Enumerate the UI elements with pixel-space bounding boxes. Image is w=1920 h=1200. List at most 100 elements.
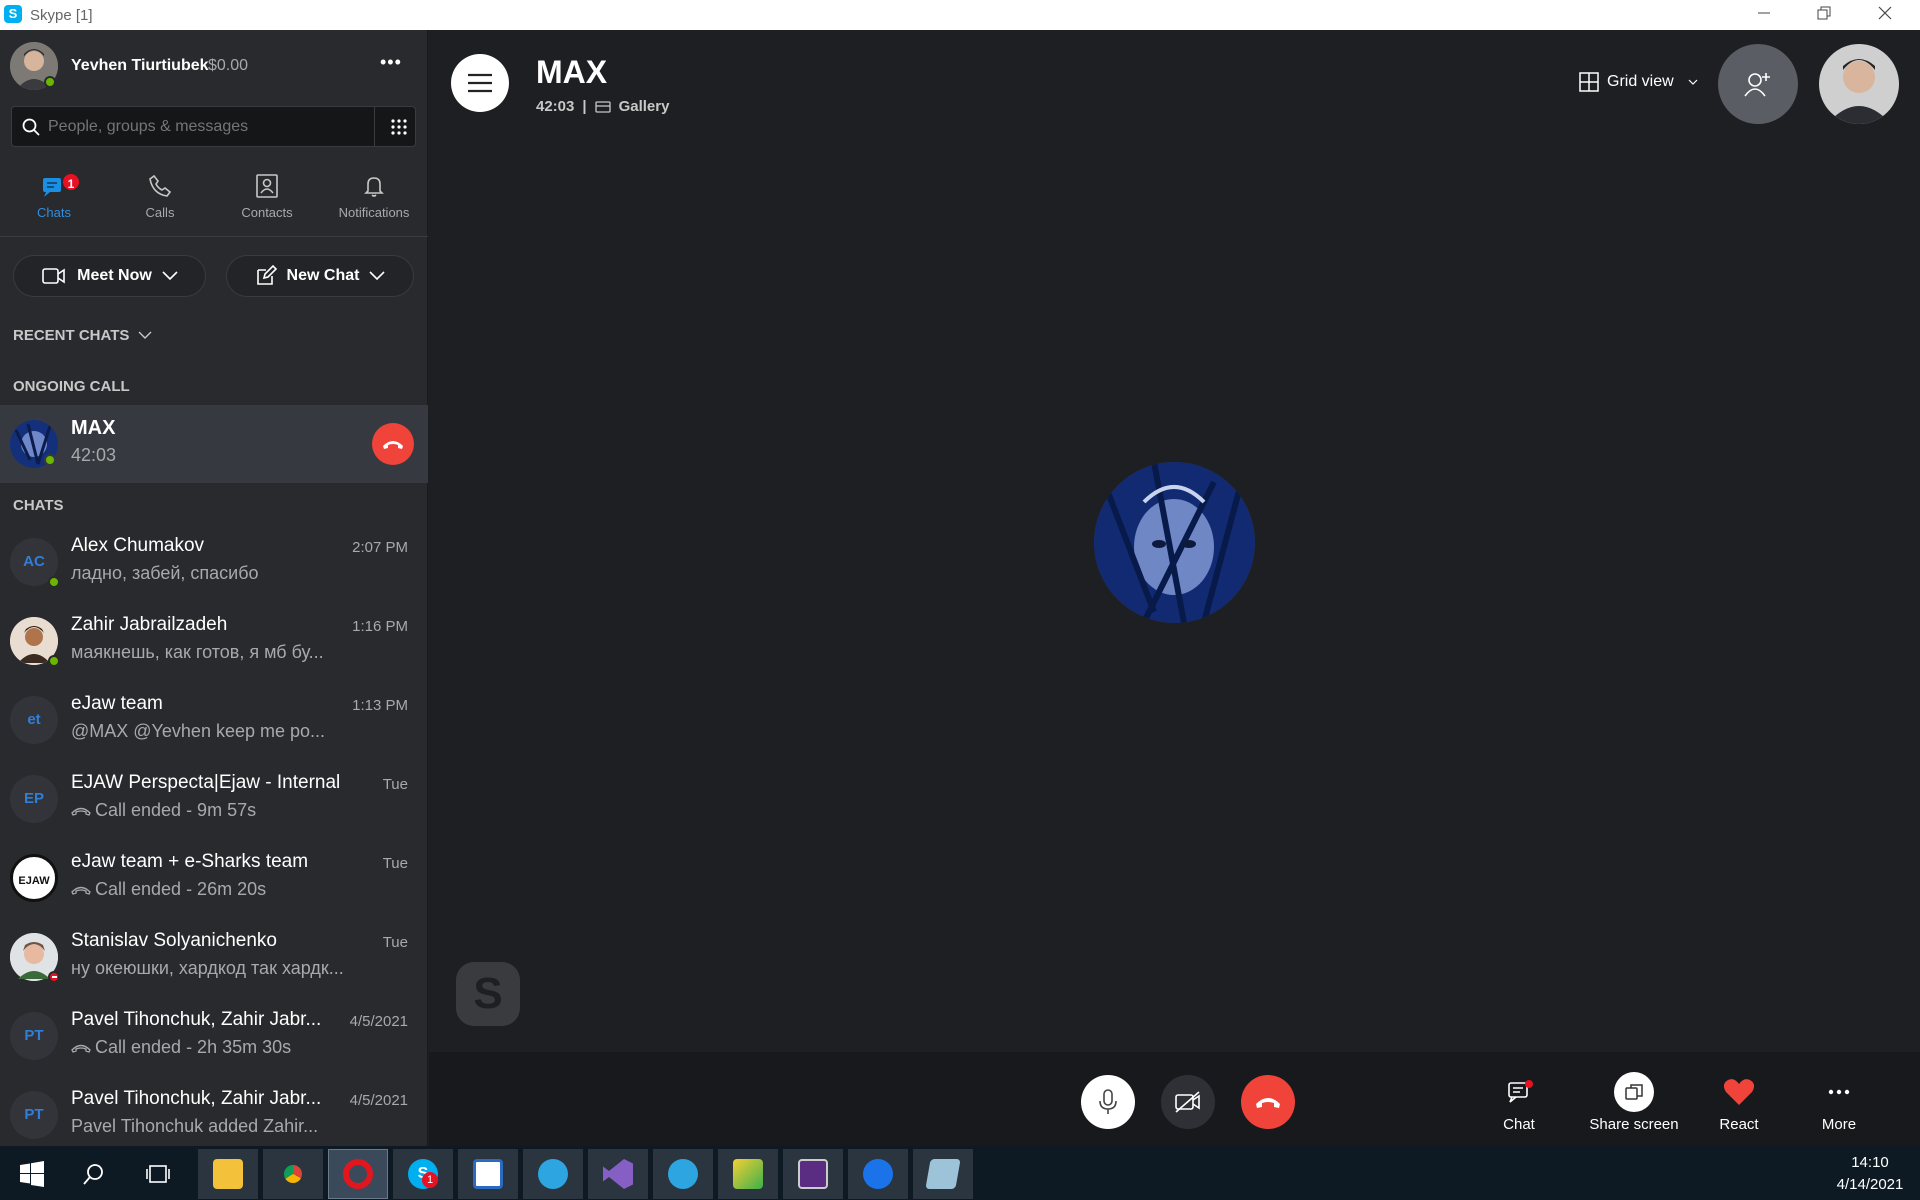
chat-time: 4/5/2021 xyxy=(349,1013,408,1030)
chat-avatar: EP xyxy=(10,775,58,823)
chrome-icon xyxy=(278,1159,308,1189)
chat-last-message: маякнешь, как готов, я мб бу... xyxy=(71,642,324,662)
bell-icon xyxy=(364,177,384,197)
share-screen-icon xyxy=(1625,1084,1643,1100)
chat-avatar xyxy=(10,933,60,983)
visual-studio-app[interactable] xyxy=(588,1149,648,1199)
grid-view-label: Grid view xyxy=(1607,73,1674,90)
self-photo xyxy=(1819,44,1899,124)
contacts-icon xyxy=(256,174,278,198)
add-participant-button[interactable] xyxy=(1718,44,1798,124)
grid-icon xyxy=(1579,72,1599,92)
chat-toggle-button[interactable]: Chat xyxy=(1479,1072,1559,1133)
share-screen-button[interactable]: Share screen xyxy=(1579,1072,1689,1133)
minimize-button[interactable] xyxy=(1741,0,1787,30)
restore-icon xyxy=(1817,6,1831,20)
chat-row-stanislav[interactable]: Stanislav Solyanichenko Tue ну океюшки, … xyxy=(0,918,428,996)
subtitle-separator: | xyxy=(582,98,587,115)
start-button[interactable] xyxy=(2,1149,62,1199)
maps-app[interactable] xyxy=(848,1149,908,1199)
tab-chats[interactable]: Chats xyxy=(0,173,108,253)
tab-contacts[interactable]: Contacts xyxy=(213,173,321,253)
search-box[interactable] xyxy=(11,106,416,147)
chat-name: Pavel Tihonchuk, Zahir Jabr... xyxy=(71,1009,322,1030)
chat-last-message: Call ended - 9m 57s xyxy=(71,800,256,821)
meet-now-button[interactable]: Meet Now xyxy=(13,255,206,297)
chrome-app[interactable] xyxy=(263,1149,323,1199)
opera-icon xyxy=(343,1159,373,1189)
chat-name: Stanislav Solyanichenko xyxy=(71,930,277,951)
file-explorer-app[interactable] xyxy=(198,1149,258,1199)
user-online-status xyxy=(44,76,56,88)
microphone-icon xyxy=(1099,1089,1117,1114)
restore-button[interactable] xyxy=(1801,0,1847,30)
chat-time: 1:13 PM xyxy=(352,697,408,714)
minimize-icon xyxy=(1758,12,1770,14)
recent-chats-label: RECENT CHATS xyxy=(13,327,130,344)
ongoing-call-name: MAX xyxy=(71,417,116,439)
chat-row-pavel-group-2[interactable]: PT Pavel Tihonchuk, Zahir Jabr... 4/5/20… xyxy=(0,1076,428,1154)
chat-avatar: et xyxy=(10,696,58,744)
more-label: More xyxy=(1821,1116,1857,1133)
tab-notifications[interactable]: Notifications xyxy=(320,173,428,253)
chat-row-zahir-jabrailzadeh[interactable]: Zahir Jabrailzadeh 1:16 PM маякнешь, как… xyxy=(0,602,428,680)
tab-chats-label: Chats xyxy=(37,205,71,220)
hang-up-button[interactable] xyxy=(1241,1075,1295,1129)
call-duration: 42:03 xyxy=(536,98,575,115)
search-input[interactable] xyxy=(48,115,368,139)
chevron-down-icon xyxy=(162,271,178,281)
end-call-button[interactable] xyxy=(372,423,414,465)
grid-view-dropdown[interactable]: Grid view xyxy=(1579,72,1698,92)
self-video-avatar[interactable] xyxy=(1819,44,1899,124)
shuffle-icon xyxy=(733,1159,763,1189)
menu-icon xyxy=(468,73,492,93)
chat-name: eJaw team xyxy=(71,693,163,714)
share-icon-wrap xyxy=(1579,1072,1689,1112)
ongoing-call-row[interactable]: MAX 42:03 xyxy=(0,405,428,483)
taskbar-search-button[interactable] xyxy=(64,1149,124,1199)
chats-unread-badge: 1 xyxy=(61,172,81,192)
more-options-button[interactable]: ••• xyxy=(380,52,402,73)
online-status xyxy=(48,576,60,588)
user-name[interactable]: Yevhen Tiurtiubek xyxy=(71,57,209,75)
telegram-app[interactable] xyxy=(523,1149,583,1199)
hamburger-menu-button[interactable] xyxy=(451,54,509,112)
chat-row-pavel-group-1[interactable]: PT Pavel Tihonchuk, Zahir Jabr... 4/5/20… xyxy=(0,997,428,1075)
app-checklist[interactable] xyxy=(458,1149,518,1199)
user-balance[interactable]: $0.00 xyxy=(208,57,248,75)
taskbar-clock[interactable]: 14:10 4/14/2021 xyxy=(1830,1152,1910,1196)
chat-time: Tue xyxy=(382,934,408,951)
add-person-icon xyxy=(1744,73,1770,97)
notes-app[interactable] xyxy=(913,1149,973,1199)
chat-time: 1:16 PM xyxy=(352,618,408,635)
tab-contacts-label: Contacts xyxy=(241,205,293,220)
recent-chats-header[interactable]: RECENT CHATS xyxy=(13,327,152,344)
dialpad-icon[interactable] xyxy=(390,118,408,136)
more-button[interactable]: More xyxy=(1799,1072,1879,1133)
app-shuffle[interactable] xyxy=(718,1149,778,1199)
close-button[interactable] xyxy=(1862,0,1908,30)
task-view-button[interactable] xyxy=(128,1149,188,1199)
heart-icon xyxy=(1723,1079,1755,1105)
terminal-app[interactable] xyxy=(783,1149,843,1199)
telegram-app-2[interactable] xyxy=(653,1149,713,1199)
chat-avatar: AC xyxy=(10,538,60,588)
chat-row-ejaw-perspecta[interactable]: EP EJAW Perspecta|Ejaw - Internal Tue Ca… xyxy=(0,760,428,838)
opera-app[interactable] xyxy=(328,1149,388,1199)
visual-studio-icon xyxy=(603,1159,633,1189)
chat-row-ejaw-team[interactable]: et eJaw team 1:13 PM @MAX @Yevhen keep m… xyxy=(0,681,428,759)
chat-row-alex-chumakov[interactable]: AC Alex Chumakov 2:07 PM ладно, забей, с… xyxy=(0,523,428,601)
react-button[interactable]: React xyxy=(1699,1072,1779,1133)
tab-calls[interactable]: Calls xyxy=(106,173,214,253)
chat-name: eJaw team + e-Sharks team xyxy=(71,851,309,872)
chevron-down-icon xyxy=(138,331,152,339)
gallery-link[interactable]: Gallery xyxy=(619,98,670,115)
chats-header: CHATS xyxy=(13,497,64,514)
chat-avatar: EJAW xyxy=(10,854,58,902)
camera-toggle-button[interactable] xyxy=(1161,1075,1215,1129)
chat-last-message: ну океюшки, хардкод так хардк... xyxy=(71,958,344,978)
chat-row-ejaw-esharks[interactable]: EJAW eJaw team + e-Sharks team Tue Call … xyxy=(0,839,428,917)
new-chat-button[interactable]: New Chat xyxy=(226,255,414,297)
microphone-button[interactable] xyxy=(1081,1075,1135,1129)
chat-time: 2:07 PM xyxy=(352,539,408,556)
